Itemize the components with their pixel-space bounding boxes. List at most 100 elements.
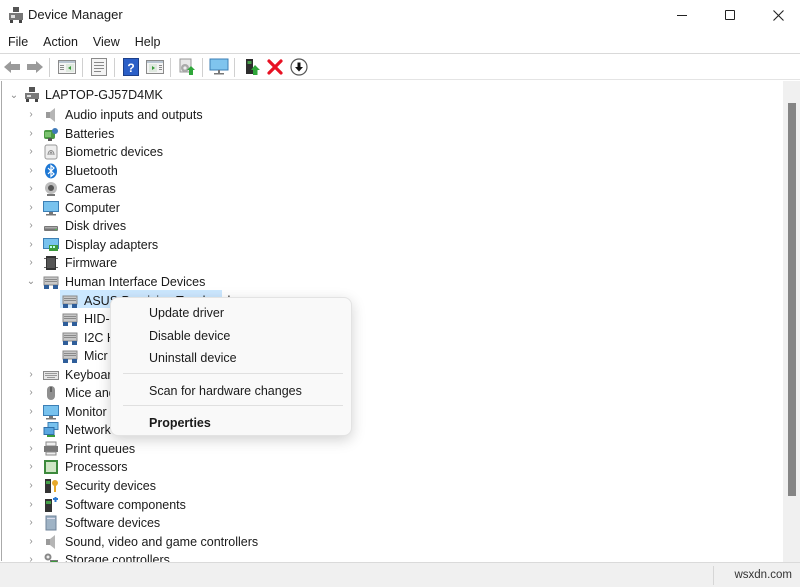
software-component-icon <box>45 497 58 512</box>
expand-chevron-icon[interactable]: › <box>26 462 36 472</box>
expand-chevron-icon[interactable]: › <box>26 407 36 417</box>
scan-hardware-button[interactable] <box>209 57 229 77</box>
tree-root-label[interactable]: LAPTOP-GJ57D4MK <box>45 88 163 102</box>
expand-chevron-icon[interactable]: › <box>26 537 36 547</box>
tree-category-label[interactable]: Mice and <box>65 386 116 400</box>
tree-category-label[interactable]: Software devices <box>65 516 160 530</box>
tree-category-label[interactable]: Human Interface Devices <box>65 275 205 289</box>
toolbar: ? <box>0 53 800 80</box>
update-driver-icon <box>179 58 195 75</box>
expand-chevron-icon[interactable]: › <box>26 425 36 435</box>
close-button[interactable] <box>755 0 800 30</box>
tree-category-label[interactable]: Software components <box>65 498 186 512</box>
tree-category-label[interactable]: Keyboar <box>65 368 112 382</box>
disable-device-button[interactable] <box>289 57 309 77</box>
speaker-icon <box>46 108 55 122</box>
toolbar-separator <box>114 58 115 77</box>
tree-category-label[interactable]: Biometric devices <box>65 145 163 159</box>
expand-chevron-icon[interactable]: › <box>26 481 36 491</box>
context-menu-scan-hardware[interactable]: Scan for hardware changes <box>149 384 302 398</box>
disk-drive-icon <box>44 226 58 231</box>
expand-chevron-icon[interactable]: › <box>26 258 36 268</box>
monitor-scan-icon <box>209 58 229 75</box>
speaker-icon <box>46 535 55 549</box>
processor-icon <box>44 460 58 474</box>
update-driver-button[interactable] <box>177 57 197 77</box>
forward-button[interactable] <box>25 57 45 77</box>
minimize-button[interactable] <box>659 0 705 30</box>
context-menu-properties[interactable]: Properties <box>149 416 211 430</box>
computer-root-icon <box>25 87 39 102</box>
tree-category-label[interactable]: Batteries <box>65 127 114 141</box>
show-action-pane-button[interactable] <box>145 57 165 77</box>
expand-chevron-icon[interactable]: › <box>26 388 36 398</box>
expand-chevron-icon[interactable]: › <box>26 147 36 157</box>
menu-view[interactable]: View <box>86 35 127 49</box>
show-hide-console-tree-button[interactable] <box>57 57 77 77</box>
menu-help[interactable]: Help <box>128 35 168 49</box>
tree-category-label[interactable]: Network <box>65 423 111 437</box>
collapse-chevron-icon[interactable]: ⌄ <box>9 91 19 101</box>
toolbar-separator <box>234 58 235 77</box>
tree-category-label[interactable]: Monitor <box>65 405 107 419</box>
expand-chevron-icon[interactable]: › <box>26 518 36 528</box>
svg-text:?: ? <box>127 61 134 75</box>
fingerprint-icon <box>44 144 58 160</box>
collapse-chevron-icon[interactable]: ⌄ <box>26 277 36 287</box>
red-x-icon <box>267 59 283 75</box>
expand-chevron-icon[interactable]: › <box>26 500 36 510</box>
tree-category-label[interactable]: Bluetooth <box>65 164 118 178</box>
tree-category-label[interactable]: Computer <box>65 201 120 215</box>
vertical-scrollbar[interactable] <box>783 81 800 562</box>
maximize-button[interactable] <box>707 0 753 30</box>
status-bar: wsxdn.com <box>0 562 800 587</box>
tree-category-label[interactable]: Security devices <box>65 479 156 493</box>
device-manager-icon <box>9 7 23 23</box>
expand-chevron-icon[interactable]: › <box>26 166 36 176</box>
context-menu-disable-device[interactable]: Disable device <box>149 329 230 343</box>
expand-chevron-icon[interactable]: › <box>26 370 36 380</box>
status-text: wsxdn.com <box>734 569 792 581</box>
expand-chevron-icon[interactable]: › <box>26 110 36 120</box>
context-menu-uninstall-device[interactable]: Uninstall device <box>149 351 237 365</box>
printer-icon <box>44 441 58 456</box>
tree-category-label[interactable]: Audio inputs and outputs <box>65 108 203 122</box>
tree-device-label[interactable]: Micr <box>84 349 108 363</box>
expand-chevron-icon[interactable]: › <box>26 203 36 213</box>
tree-category-label[interactable]: Disk drives <box>65 219 126 233</box>
uninstall-device-button[interactable] <box>265 57 285 77</box>
back-button[interactable] <box>2 57 22 77</box>
expand-chevron-icon[interactable]: › <box>26 444 36 454</box>
close-icon <box>772 9 784 21</box>
tree-category-label[interactable]: Cameras <box>65 182 116 196</box>
expand-chevron-icon[interactable]: › <box>26 240 36 250</box>
expand-chevron-icon[interactable]: › <box>26 221 36 231</box>
monitor-icon <box>43 405 59 420</box>
hid-icon <box>62 295 78 308</box>
tree-category-label[interactable]: Firmware <box>65 256 117 270</box>
hid-icon <box>62 350 78 363</box>
menu-file[interactable]: File <box>1 35 35 49</box>
minimize-icon <box>677 14 687 16</box>
expand-chevron-icon[interactable]: › <box>26 129 36 139</box>
camera-icon <box>45 182 57 196</box>
tree-category-label[interactable]: Sound, video and game controllers <box>65 535 258 549</box>
properties-button[interactable] <box>89 57 109 77</box>
tree-category-label[interactable]: Processors <box>65 460 128 474</box>
tree-device-label[interactable]: HID- <box>84 312 110 326</box>
tree-category-label[interactable]: Display adapters <box>65 238 158 252</box>
scrollbar-thumb[interactable] <box>788 103 796 496</box>
tree-category-label[interactable]: Print queues <box>65 442 135 456</box>
software-device-icon <box>45 515 57 531</box>
status-divider <box>713 566 714 585</box>
context-menu-update-driver[interactable]: Update driver <box>149 306 224 320</box>
battery-icon <box>44 128 58 141</box>
device-manager-window: Device Manager File Action View Help ? ⌄… <box>0 0 800 587</box>
toolbar-separator <box>82 58 83 77</box>
help-button[interactable]: ? <box>121 57 141 77</box>
enable-device-button[interactable] <box>242 57 262 77</box>
display-adapter-icon <box>43 238 59 251</box>
forward-arrow-icon <box>27 61 43 73</box>
menu-action[interactable]: Action <box>36 35 85 49</box>
expand-chevron-icon[interactable]: › <box>26 184 36 194</box>
